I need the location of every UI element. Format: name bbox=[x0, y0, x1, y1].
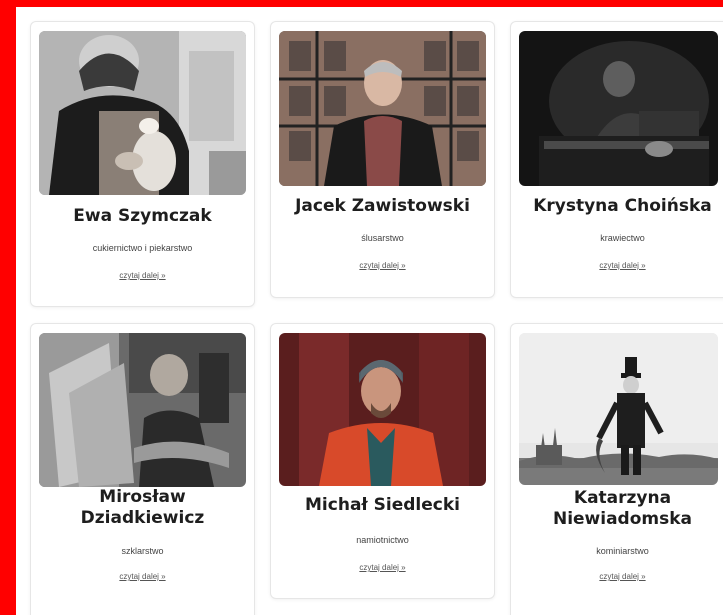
person-name[interactable]: Krystyna Choińska bbox=[511, 196, 723, 217]
person-photo[interactable] bbox=[519, 333, 718, 485]
person-name[interactable]: Mirosław Dziadkiewicz bbox=[71, 487, 214, 529]
person-photo[interactable] bbox=[39, 31, 246, 195]
person-photo[interactable] bbox=[39, 333, 246, 487]
person-card[interactable]: Katarzyna Niewiadomska kominiarstwo czyt… bbox=[510, 323, 723, 615]
person-photo[interactable] bbox=[279, 333, 486, 486]
person-craft: ślusarstwo bbox=[361, 233, 404, 243]
read-more-link[interactable]: czytaj dalej » bbox=[31, 572, 254, 581]
read-more-link[interactable]: czytaj dalej » bbox=[31, 271, 254, 280]
person-card[interactable]: Ewa Szymczak cukiernictwo i piekarstwo c… bbox=[30, 21, 255, 307]
read-more-link[interactable]: czytaj dalej » bbox=[271, 563, 494, 572]
person-name[interactable]: Ewa Szymczak bbox=[31, 206, 254, 227]
person-card[interactable]: Krystyna Choińska krawiectwo czytaj dale… bbox=[510, 21, 723, 298]
person-photo[interactable] bbox=[279, 31, 486, 186]
person-craft: cukiernictwo i piekarstwo bbox=[92, 243, 193, 253]
person-craft: namiotnictwo bbox=[356, 535, 409, 545]
person-name[interactable]: Katarzyna Niewiadomska bbox=[541, 488, 704, 530]
person-craft: krawiectwo bbox=[600, 233, 645, 243]
person-card[interactable]: Mirosław Dziadkiewicz szklarstwo czytaj … bbox=[30, 323, 255, 615]
person-craft: kominiarstwo bbox=[596, 546, 649, 556]
read-more-link[interactable]: czytaj dalej » bbox=[511, 572, 723, 581]
people-grid: Ewa Szymczak cukiernictwo i piekarstwo c… bbox=[16, 7, 723, 615]
person-craft: szklarstwo bbox=[121, 546, 164, 556]
person-name[interactable]: Michał Siedlecki bbox=[271, 495, 494, 516]
person-card[interactable]: Jacek Zawistowski ślusarstwo czytaj dale… bbox=[270, 21, 495, 298]
person-card[interactable]: Michał Siedlecki namiotnictwo czytaj dal… bbox=[270, 323, 495, 599]
read-more-link[interactable]: czytaj dalej » bbox=[271, 261, 494, 270]
person-photo[interactable] bbox=[519, 31, 718, 186]
person-name[interactable]: Jacek Zawistowski bbox=[271, 196, 494, 217]
read-more-link[interactable]: czytaj dalej » bbox=[511, 261, 723, 270]
